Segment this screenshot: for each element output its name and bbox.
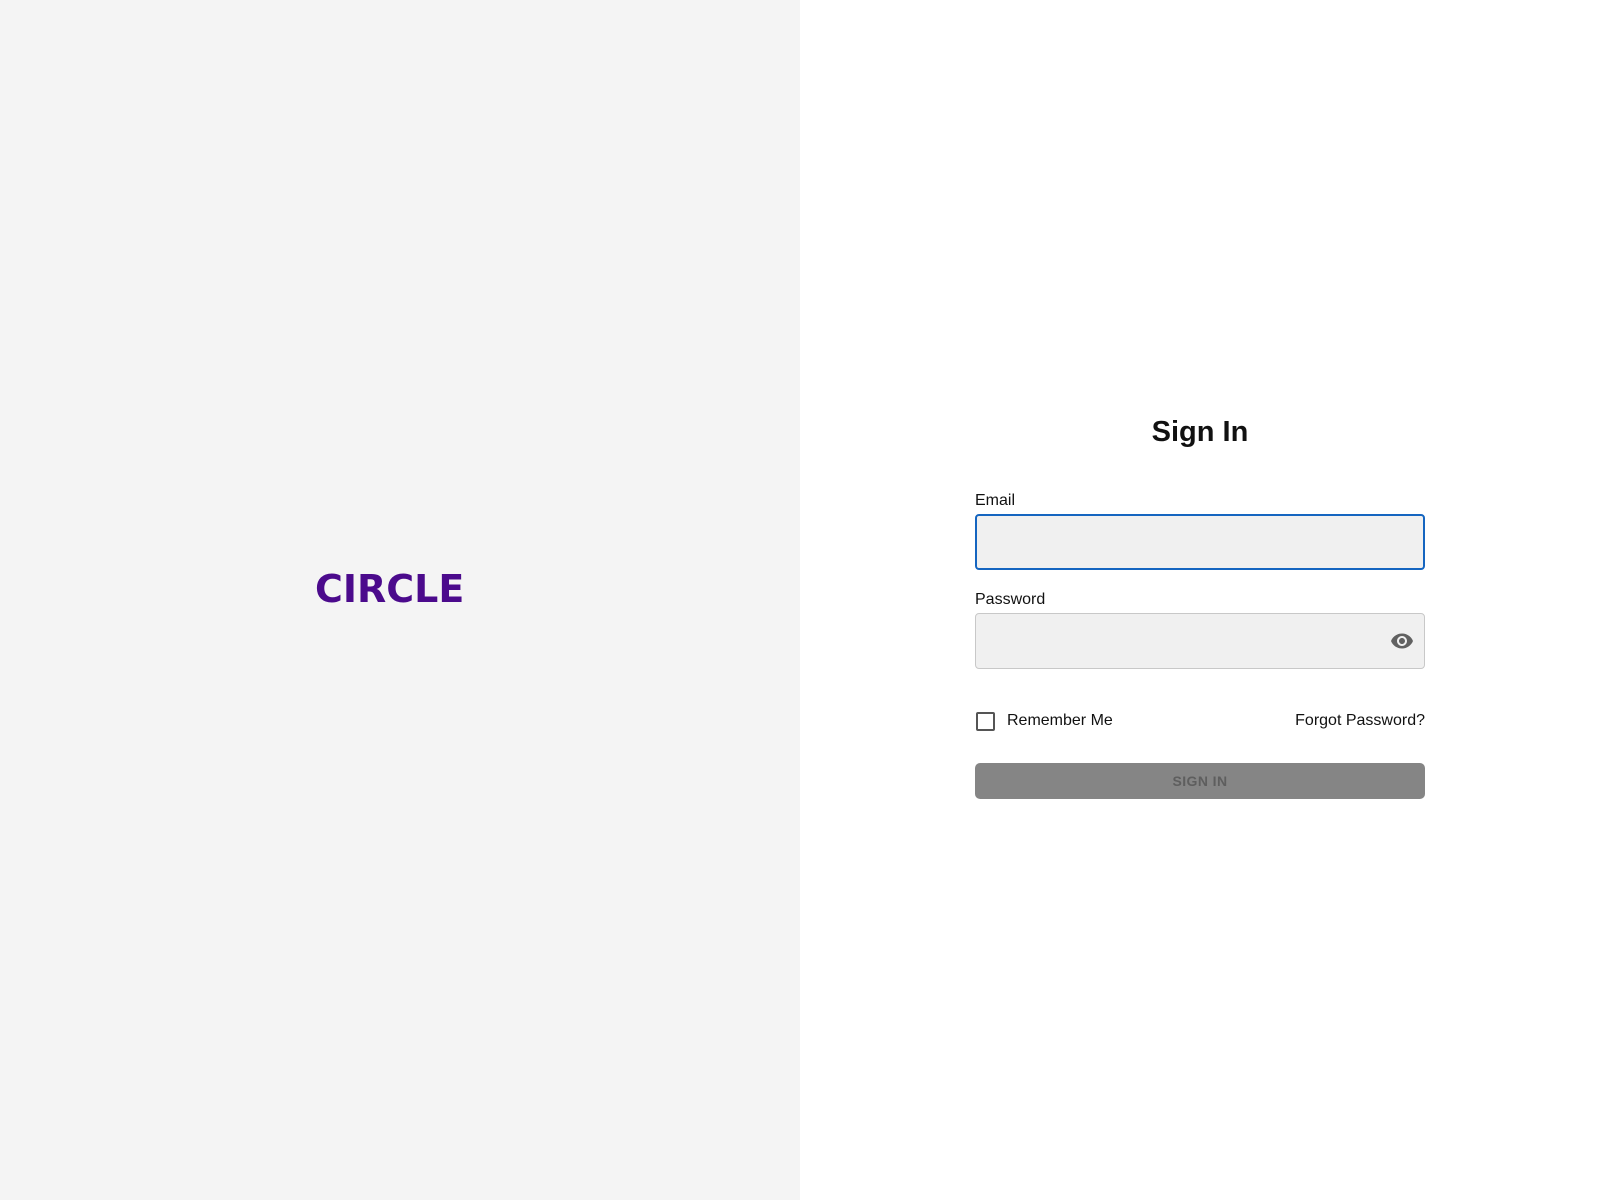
options-row: Remember Me Forgot Password? [975, 709, 1425, 733]
sign-in-page: CIRCLE Sign In Email Password Remember M… [0, 0, 1600, 1200]
password-group: Password [975, 590, 1425, 669]
password-input-wrap [975, 613, 1425, 669]
toggle-password-visibility-button[interactable] [1389, 629, 1415, 653]
sign-in-form: Sign In Email Password Remember Me Forgo… [975, 410, 1425, 799]
email-label: Email [975, 492, 1016, 509]
circle-logo: CIRCLE [315, 567, 465, 611]
sign-in-button[interactable]: SIGN IN [975, 763, 1425, 799]
brand-panel: CIRCLE [0, 0, 800, 1200]
form-panel: Sign In Email Password Remember Me Forgo… [800, 0, 1600, 1200]
page-title: Sign In [1151, 416, 1249, 448]
remember-me-checkbox[interactable] [976, 711, 995, 731]
remember-me-label[interactable]: Remember Me [1007, 712, 1113, 730]
email-input[interactable] [975, 514, 1425, 570]
email-group: Email [975, 491, 1425, 570]
remember-me: Remember Me [975, 711, 1113, 731]
password-input[interactable] [975, 613, 1425, 669]
email-input-wrap [975, 514, 1425, 570]
eye-icon [1391, 633, 1413, 649]
password-label: Password [975, 591, 1046, 608]
forgot-password-link[interactable]: Forgot Password? [1295, 712, 1425, 730]
